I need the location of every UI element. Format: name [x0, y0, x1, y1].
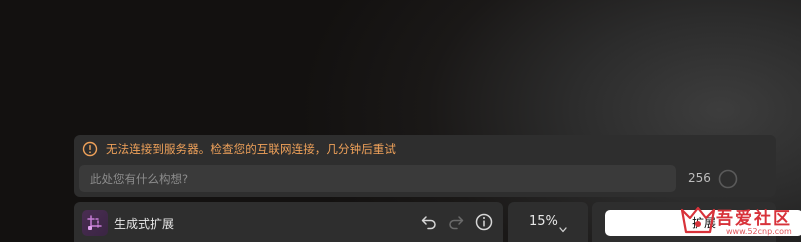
generative-expand-icon[interactable]	[82, 210, 108, 236]
zoom-value: 15%	[529, 214, 558, 229]
prompt-panel: 无法连接到服务器。检查您的互联网连接，几分钟后重试 256	[74, 135, 776, 197]
info-icon[interactable]	[474, 212, 494, 232]
error-message: 无法连接到服务器。检查您的互联网连接，几分钟后重试	[106, 142, 396, 156]
zoom-dropdown[interactable]: 15%	[508, 202, 588, 242]
generative-expand-label: 生成式扩展	[114, 217, 175, 231]
expand-button[interactable]: 扩展	[605, 210, 801, 236]
generative-expand-toolbar: 生成式扩展	[74, 202, 503, 242]
undo-icon[interactable]	[419, 212, 439, 232]
character-limit-ring-icon	[718, 169, 738, 189]
prompt-input[interactable]	[79, 165, 676, 192]
character-count: 256	[688, 171, 711, 185]
expand-action-container: 扩展	[592, 202, 801, 242]
warning-circle-icon	[82, 141, 98, 157]
redo-icon[interactable]	[446, 212, 466, 232]
chevron-down-icon	[559, 218, 567, 237]
error-banner: 无法连接到服务器。检查您的互联网连接，几分钟后重试	[82, 141, 396, 157]
